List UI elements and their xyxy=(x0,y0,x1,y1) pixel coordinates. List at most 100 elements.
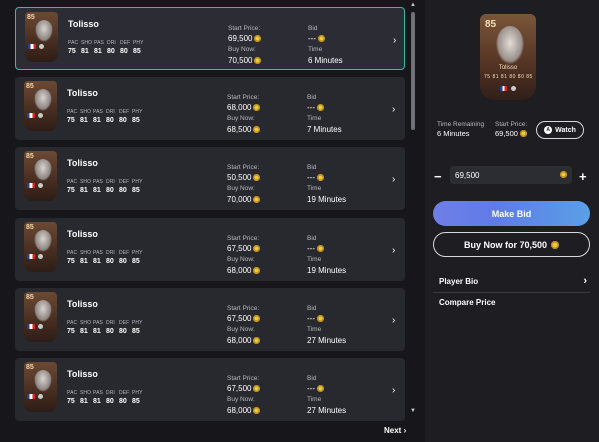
scroll-down-arrow-icon[interactable]: ▼ xyxy=(410,408,416,414)
stat-label: PHY xyxy=(132,179,143,185)
start-price: 67,500 xyxy=(227,244,261,253)
bid-value: --- xyxy=(307,173,315,182)
stat-value: 80 xyxy=(106,258,114,265)
player-name: Tolisso xyxy=(67,299,98,309)
compare-price-menu-item[interactable]: Compare Price xyxy=(439,298,587,307)
buy-now-price: 68,000 xyxy=(227,406,261,415)
club-badge-icon xyxy=(38,324,43,329)
stat-labels: PAC SHO PAS DRI DEF PHY xyxy=(68,40,146,46)
player-card: 85 xyxy=(25,12,58,62)
decrease-bid-button[interactable]: − xyxy=(434,169,442,184)
stat-label: DEF xyxy=(119,390,130,396)
stat-label: PAS xyxy=(93,390,103,396)
buy-now-value: 70,000 xyxy=(227,195,252,204)
listing-scrollbar[interactable]: ▲ ▼ xyxy=(410,2,416,416)
stat-label: DRI xyxy=(106,109,115,115)
time-label: Time xyxy=(307,396,322,403)
player-name: Tolisso xyxy=(67,158,98,168)
make-bid-button[interactable]: Make Bid xyxy=(433,201,590,226)
listing-row[interactable]: 85 Tolisso PAC SHO PAS DRI DEF PHY 75 81 81 80 80… xyxy=(15,77,405,140)
stat-label: SHO xyxy=(80,320,92,326)
listing-row[interactable]: 85 Tolisso PAC SHO PAS DRI DEF PHY 75 81 81 80 80… xyxy=(15,218,405,281)
bid: --- xyxy=(308,34,325,43)
stat-value: 85 xyxy=(132,328,140,335)
buy-now-label: Buy Now for 70,500 xyxy=(463,239,548,250)
coin-icon xyxy=(253,174,261,181)
buy-now-label: Buy Now: xyxy=(227,396,255,403)
next-page-button[interactable]: Next › xyxy=(384,426,406,435)
bid-amount-input[interactable]: 69,500 xyxy=(450,166,572,184)
stat-value: 80 xyxy=(106,328,114,335)
chevron-right-icon[interactable]: › xyxy=(392,385,395,396)
chevron-right-icon: › xyxy=(403,426,407,435)
player-bio-label: Player Bio xyxy=(439,277,479,286)
coin-icon xyxy=(317,315,324,322)
player-portrait xyxy=(34,300,52,322)
start-price-label: Start Price: xyxy=(227,235,260,242)
stat-label: PAS xyxy=(93,179,103,185)
player-name: Tolisso xyxy=(67,88,98,98)
stat-label: DEF xyxy=(119,109,130,115)
stat-values: 75 81 81 80 80 85 xyxy=(67,258,145,265)
stat-label: PAC xyxy=(67,109,78,115)
nation-flag-icon xyxy=(27,394,35,399)
buy-now-price: 68,500 xyxy=(227,125,261,134)
listing-row[interactable]: 85 Tolisso PAC SHO PAS DRI DEF PHY 75 81 81 80 80… xyxy=(15,7,405,70)
watch-button[interactable]: A Watch xyxy=(536,121,584,139)
buy-now-value: 68,000 xyxy=(227,336,252,345)
buy-now-value: 68,000 xyxy=(227,406,252,415)
card-rating: 85 xyxy=(27,14,35,21)
buy-now-label: Buy Now: xyxy=(227,256,255,263)
start-price: 68,000 xyxy=(227,103,261,112)
bid: --- xyxy=(307,244,324,253)
chevron-right-icon[interactable]: › xyxy=(392,315,395,326)
chevron-right-icon[interactable]: › xyxy=(392,174,395,185)
stat-value: 85 xyxy=(132,398,140,405)
stat-label: DRI xyxy=(106,320,115,326)
stat-labels: PAC SHO PAS DRI DEF PHY xyxy=(67,320,145,326)
chevron-right-icon[interactable]: › xyxy=(392,104,395,115)
coin-icon xyxy=(253,407,261,414)
listing-row[interactable]: 85 Tolisso PAC SHO PAS DRI DEF PHY 75 81 81 80 80… xyxy=(15,288,405,351)
next-label: Next xyxy=(384,426,402,435)
scroll-up-arrow-icon[interactable]: ▲ xyxy=(410,2,416,8)
scroll-thumb[interactable] xyxy=(411,12,415,130)
listing-row[interactable]: 85 Tolisso PAC SHO PAS DRI DEF PHY 75 81 81 80 80… xyxy=(15,147,405,210)
time-value: 19 Minutes xyxy=(307,266,347,275)
stat-label: DEF xyxy=(119,250,130,256)
start-price: 67,500 xyxy=(227,314,261,323)
stat-labels: PAC SHO PAS DRI DEF PHY xyxy=(67,390,145,396)
start-price-value: 67,500 xyxy=(227,384,252,393)
stat-label: SHO xyxy=(80,109,92,115)
stat-label: PHY xyxy=(133,40,144,46)
time-value: 7 Minutes xyxy=(307,125,342,134)
club-badge-icon xyxy=(38,113,43,118)
card-rating: 85 xyxy=(26,294,34,301)
coin-icon xyxy=(254,35,262,42)
stat-label: PAS xyxy=(93,320,103,326)
buy-now-button[interactable]: Buy Now for 70,500 xyxy=(433,232,590,257)
player-portrait xyxy=(496,26,524,64)
stat-values: 75 81 81 80 80 85 xyxy=(68,48,146,55)
stat-value: 80 xyxy=(119,258,127,265)
detail-start-price-value: 69,500 xyxy=(495,129,518,138)
time-remaining-label: Time Remaining xyxy=(437,121,485,128)
stat-label: SHO xyxy=(80,179,92,185)
increase-bid-button[interactable]: + xyxy=(579,169,587,184)
player-bio-menu-item[interactable]: Player Bio › xyxy=(439,275,587,287)
start-price-value: 68,000 xyxy=(227,103,252,112)
chevron-right-icon[interactable]: › xyxy=(393,35,396,46)
stat-value: 85 xyxy=(132,258,140,265)
stat-label: PAC xyxy=(67,390,78,396)
chevron-right-icon[interactable]: › xyxy=(392,245,395,256)
player-portrait xyxy=(34,370,52,392)
detail-start-price-label: Start Price: xyxy=(495,121,528,128)
stat-value: 75 xyxy=(67,117,75,124)
stat-value: 75 xyxy=(67,398,75,405)
nation-flag-icon xyxy=(27,254,35,259)
stat-value: 80 xyxy=(120,48,128,55)
stat-label: PAC xyxy=(67,179,78,185)
stat-label: PAS xyxy=(94,40,104,46)
stat-value: 81 xyxy=(93,187,101,194)
listing-row[interactable]: 85 Tolisso PAC SHO PAS DRI DEF PHY 75 81 81 80 80… xyxy=(15,358,405,421)
